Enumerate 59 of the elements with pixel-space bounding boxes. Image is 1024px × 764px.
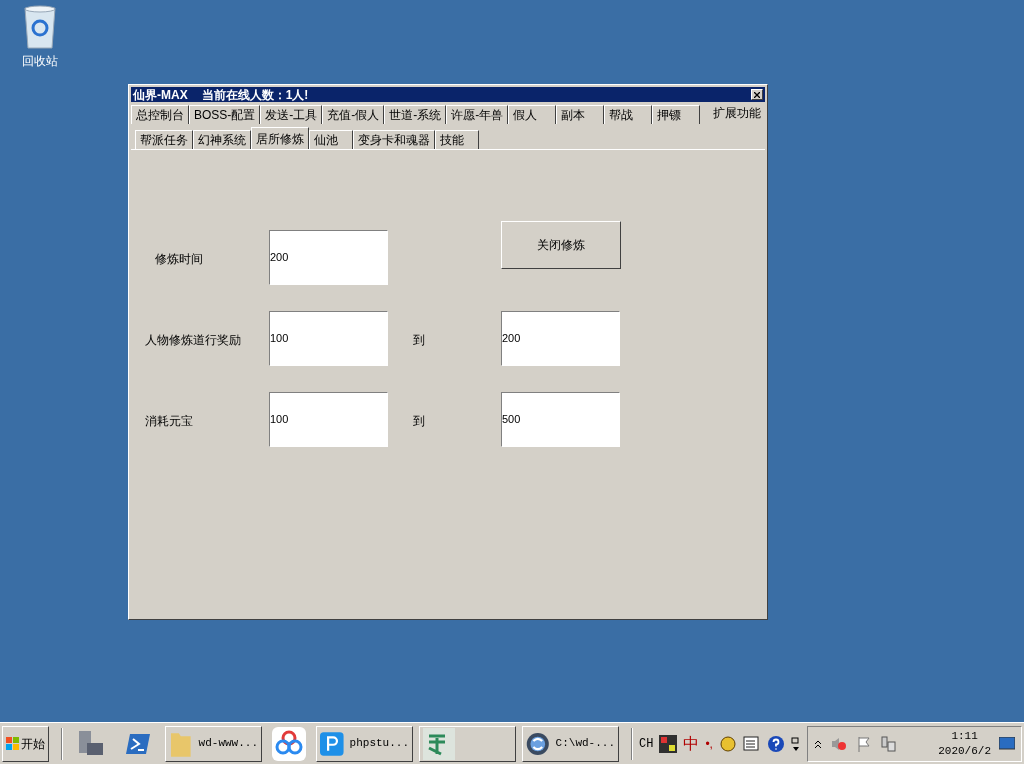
range-label: 到 bbox=[412, 413, 426, 430]
clock-date: 2020/6/2 bbox=[938, 743, 991, 759]
show-desktop-icon[interactable] bbox=[999, 736, 1015, 751]
field-label: 消耗元宝 bbox=[145, 413, 194, 430]
tab[interactable]: 假人 bbox=[508, 105, 557, 124]
app-icon bbox=[423, 727, 455, 760]
tab[interactable]: 扩展功能 bbox=[709, 102, 765, 124]
chevron-up-icon[interactable] bbox=[813, 738, 822, 749]
tab[interactable]: 押镖 bbox=[652, 105, 701, 124]
speaker-muted-icon[interactable] bbox=[829, 735, 848, 752]
taskbar-button[interactable]: phpstu... bbox=[316, 725, 413, 762]
tab[interactable]: 幻神系统 bbox=[193, 130, 251, 149]
tab[interactable]: 帮战 bbox=[604, 105, 653, 124]
taskbar-button[interactable]: C:\wd-... bbox=[522, 725, 619, 762]
number-field[interactable]: 100 bbox=[269, 311, 388, 366]
flag-icon[interactable] bbox=[855, 735, 872, 752]
number-field[interactable]: 200 bbox=[269, 230, 388, 285]
clock[interactable]: 1:11 2020/6/2 bbox=[938, 728, 991, 759]
taskbar-button[interactable]: wd-www... bbox=[165, 725, 262, 762]
window-title: 仙界-MAX bbox=[133, 88, 188, 101]
number-field[interactable]: 100 bbox=[269, 392, 388, 447]
number-field[interactable]: 200 bbox=[501, 311, 620, 366]
language-indicator[interactable]: CH bbox=[639, 734, 654, 753]
tab[interactable]: 副本 bbox=[556, 105, 605, 124]
field-label: 人物修炼道行奖励 bbox=[145, 332, 242, 349]
tab[interactable]: 发送-工具 bbox=[260, 105, 323, 124]
close-button[interactable] bbox=[751, 89, 763, 100]
icon-label: 回收站 bbox=[22, 53, 58, 70]
taskbar-button[interactable] bbox=[419, 725, 516, 762]
windows-logo-icon bbox=[6, 736, 20, 751]
ime-mode[interactable]: 中 bbox=[683, 731, 700, 756]
tab[interactable]: 居所修炼 bbox=[251, 127, 309, 149]
tab[interactable]: 仙池 bbox=[309, 130, 353, 149]
clock-time: 1:11 bbox=[951, 728, 978, 744]
close-icon bbox=[754, 91, 760, 98]
tab[interactable]: 总控制台 bbox=[131, 105, 189, 124]
tab[interactable]: 充值-假人 bbox=[322, 105, 385, 124]
help-icon[interactable] bbox=[766, 734, 785, 753]
tab[interactable]: 世道-系统 bbox=[384, 105, 447, 124]
punctuation-mode[interactable]: •, bbox=[705, 734, 713, 753]
tab[interactable]: BOSS-配置 bbox=[189, 105, 261, 124]
tab[interactable]: 帮派任务 bbox=[135, 130, 193, 149]
online-count: 当前在线人数：1人! bbox=[201, 88, 309, 101]
cloud-app-icon[interactable] bbox=[272, 726, 306, 761]
start-button[interactable]: 开始 bbox=[2, 725, 49, 762]
range-label: 到 bbox=[412, 332, 426, 349]
tab[interactable]: 变身卡和魂器 bbox=[353, 130, 435, 149]
stop-button[interactable]: 关闭修炼 bbox=[501, 221, 621, 269]
field-label: 修炼时间 bbox=[154, 251, 204, 268]
settings-icon[interactable] bbox=[718, 734, 737, 753]
recycle-bin-icon[interactable] bbox=[22, 4, 58, 50]
number-field[interactable]: 500 bbox=[501, 392, 620, 447]
network-icon[interactable] bbox=[879, 735, 896, 752]
ime-icon[interactable] bbox=[659, 734, 678, 753]
restore-icon[interactable] bbox=[790, 734, 801, 753]
tab[interactable]: 技能 bbox=[435, 130, 479, 149]
tab[interactable]: 许愿-年兽 bbox=[446, 105, 509, 124]
window-icon[interactable] bbox=[742, 735, 761, 752]
terminal-icon[interactable] bbox=[124, 731, 152, 756]
